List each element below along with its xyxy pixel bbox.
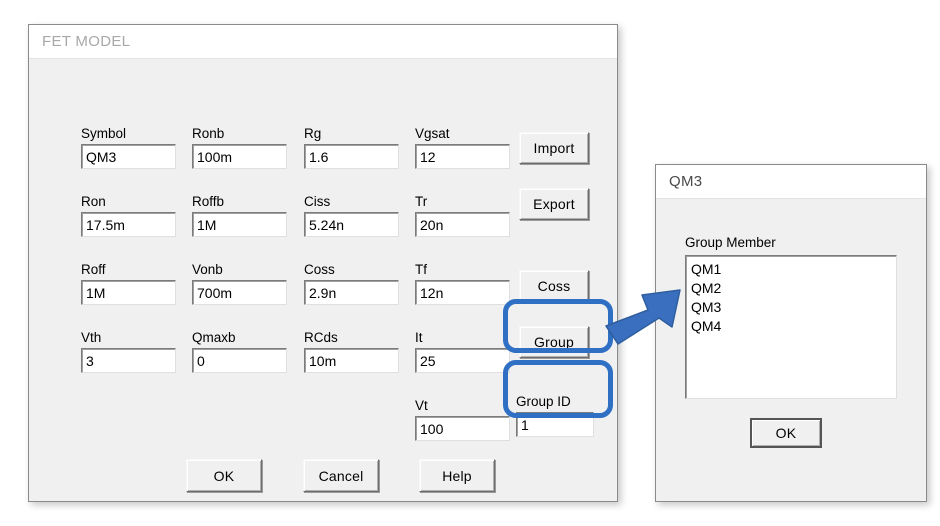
field-ronb: Ronb 100m (192, 125, 287, 169)
import-button[interactable]: Import (519, 132, 589, 164)
group-member-dialog: QM3 Group Member QM1 QM2 QM3 QM4 OK (655, 164, 927, 502)
list-item[interactable]: QM2 (691, 279, 896, 298)
field-vonb: Vonb 700m (192, 261, 287, 305)
group-dialog-ok-button[interactable]: OK (750, 418, 822, 448)
group-member-listbox[interactable]: QM1 QM2 QM3 QM4 (685, 255, 897, 399)
field-label-vt: Vt (415, 398, 428, 413)
field-tr: Tr 20n (415, 193, 510, 237)
field-label-vth: Vth (81, 330, 102, 345)
cancel-button[interactable]: Cancel (303, 459, 379, 492)
fet-model-body: Symbol QM3 Ron 17.5m Roff 1M Vth 3 Ronb 100m Roffb… (29, 59, 617, 501)
group-dialog-title: QM3 (669, 173, 703, 190)
field-coss: Coss 2.9n (304, 261, 399, 305)
field-input-symbol[interactable]: QM3 (81, 144, 176, 169)
group-id-input[interactable]: 1 (516, 412, 594, 437)
field-input-tr[interactable]: 20n (415, 212, 510, 237)
fet-model-dialog: FET MODEL Symbol QM3 Ron 17.5m Roff 1M Vth 3 Ron… (28, 24, 618, 502)
help-button[interactable]: Help (419, 459, 495, 492)
field-label-ciss: Ciss (304, 194, 331, 209)
field-label-tf: Tf (415, 262, 427, 277)
fet-model-titlebar: FET MODEL (29, 25, 617, 59)
field-label-tr: Tr (415, 194, 428, 209)
field-input-ciss[interactable]: 5.24n (304, 212, 399, 237)
field-symbol: Symbol QM3 (81, 125, 176, 169)
field-input-vonb[interactable]: 700m (192, 280, 287, 305)
field-vt: Vt 100 (415, 397, 510, 441)
field-label-roffb: Roffb (192, 194, 225, 209)
group-button[interactable]: Group (519, 326, 589, 358)
list-item[interactable]: QM1 (691, 260, 896, 279)
field-label-vgsat: Vgsat (415, 126, 450, 141)
field-label-symbol: Symbol (81, 126, 127, 141)
field-label-rg: Rg (304, 126, 322, 141)
group-id-field: Group ID 1 (516, 393, 594, 437)
field-input-vt[interactable]: 100 (415, 416, 510, 441)
field-input-rcds[interactable]: 10m (304, 348, 399, 373)
group-id-label: Group ID (516, 394, 571, 409)
field-tf: Tf 12n (415, 261, 510, 305)
field-input-coss[interactable]: 2.9n (304, 280, 399, 305)
group-dialog-body: Group Member QM1 QM2 QM3 QM4 OK (656, 199, 926, 501)
field-label-vonb: Vonb (192, 262, 223, 277)
field-roff: Roff 1M (81, 261, 176, 305)
field-label-qmaxb: Qmaxb (192, 330, 236, 345)
field-roffb: Roffb 1M (192, 193, 287, 237)
list-item[interactable]: QM3 (691, 298, 896, 317)
field-input-vgsat[interactable]: 12 (415, 144, 510, 169)
coss-button[interactable]: Coss (519, 270, 589, 302)
field-label-ron: Ron (81, 194, 106, 209)
field-input-qmaxb[interactable]: 0 (192, 348, 287, 373)
field-ciss: Ciss 5.24n (304, 193, 399, 237)
field-vth: Vth 3 (81, 329, 176, 373)
field-input-ronb[interactable]: 100m (192, 144, 287, 169)
field-input-vth[interactable]: 3 (81, 348, 176, 373)
group-member-label: Group Member (685, 235, 776, 250)
page-title: FET MODEL (42, 33, 131, 50)
field-input-roff[interactable]: 1M (81, 280, 176, 305)
field-input-roffb[interactable]: 1M (192, 212, 287, 237)
field-it: It 25 (415, 329, 510, 373)
field-label-ronb: Ronb (192, 126, 225, 141)
field-input-rg[interactable]: 1.6 (304, 144, 399, 169)
field-vgsat: Vgsat 12 (415, 125, 510, 169)
field-label-rcds: RCds (304, 330, 338, 345)
field-label-roff: Roff (81, 262, 106, 277)
field-input-tf[interactable]: 12n (415, 280, 510, 305)
field-label-it: It (415, 330, 423, 345)
field-rg: Rg 1.6 (304, 125, 399, 169)
field-qmaxb: Qmaxb 0 (192, 329, 287, 373)
field-label-coss: Coss (304, 262, 335, 277)
field-rcds: RCds 10m (304, 329, 399, 373)
field-ron: Ron 17.5m (81, 193, 176, 237)
export-button[interactable]: Export (519, 188, 589, 220)
list-item[interactable]: QM4 (691, 317, 896, 336)
field-input-ron[interactable]: 17.5m (81, 212, 176, 237)
group-dialog-titlebar: QM3 (656, 165, 926, 199)
ok-button[interactable]: OK (186, 459, 262, 492)
field-input-it[interactable]: 25 (415, 348, 510, 373)
